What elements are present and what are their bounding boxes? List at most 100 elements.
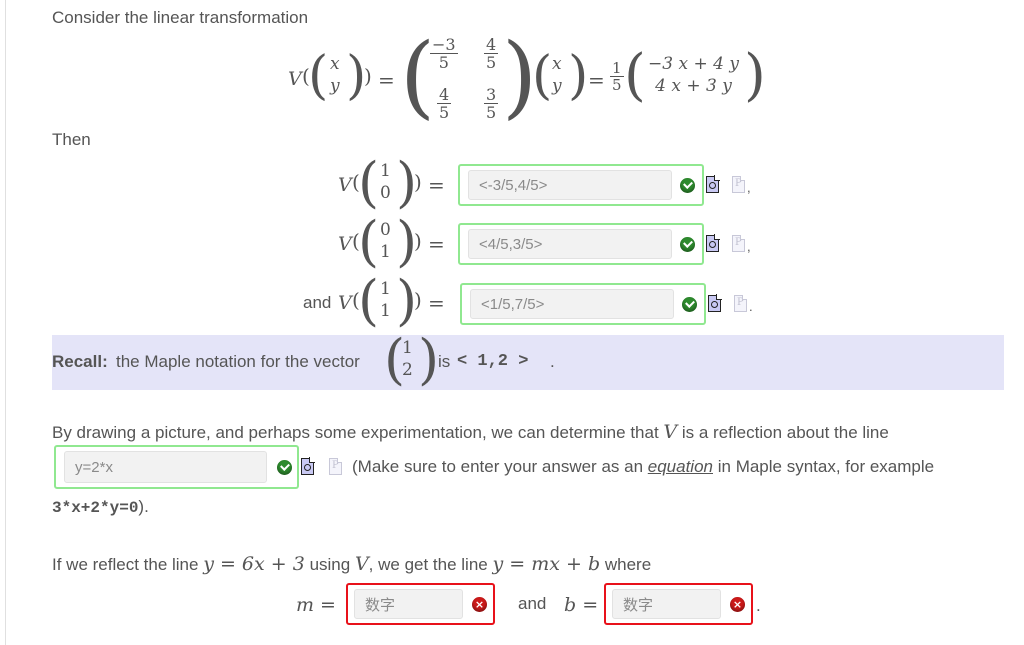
intro-text: Consider the linear transformation [52, 8, 309, 27]
matrix-entry: 3 5 [484, 85, 499, 122]
basis-vector: 0 1 [380, 219, 391, 263]
syntax-hint: (Make sure to enter your answer as an eq… [352, 457, 934, 477]
denominator: 5 [486, 53, 497, 72]
question-text: where [604, 555, 652, 574]
vector-entry: y [552, 76, 562, 96]
answer-field-v10: <-3/5,4/5> [458, 164, 704, 206]
answer-input-v10[interactable]: <-3/5,4/5> [468, 170, 672, 200]
preview-icon[interactable] [708, 294, 722, 312]
trailing-punct: , [747, 180, 751, 195]
vector-entry: x [552, 54, 562, 74]
paren: ( [624, 43, 646, 108]
result-equation: y = mx + b [492, 553, 601, 575]
answer-input-line[interactable]: y=2*x [64, 451, 267, 483]
denominator: 5 [612, 76, 622, 94]
matrix-entry: 4 5 [484, 35, 499, 72]
vector-entry: 1 [380, 301, 391, 321]
correct-check-icon [680, 178, 695, 193]
correct-check-icon [277, 460, 292, 475]
vector-entry: 2 [402, 360, 413, 380]
answer-field-v11: <1/5,7/5> [460, 283, 706, 325]
scalar-fraction: 1 5 [610, 60, 624, 93]
example-end: ). [138, 497, 149, 516]
preview-icon[interactable] [706, 234, 720, 252]
paren: ) [418, 328, 440, 391]
answer-input-v11[interactable]: <1/5,7/5> [470, 289, 674, 319]
denominator: 5 [486, 103, 497, 122]
equals-sign: = [428, 291, 445, 315]
input-vector: x y [330, 53, 340, 97]
recall-note: Recall: the Maple notation for the vecto… [52, 328, 1004, 391]
recall-vector: 1 2 [402, 337, 413, 381]
recall-end: . [550, 352, 555, 371]
numerator: −3 [430, 35, 458, 54]
paren: ) [744, 43, 766, 108]
answer-field-line: y=2*x [54, 445, 299, 489]
m-input[interactable]: 数字 [354, 589, 463, 619]
question-text: , we get the line [368, 555, 488, 574]
preview-icon[interactable] [706, 175, 720, 193]
vector-entry: x [330, 54, 340, 74]
basis-vector: 1 1 [380, 278, 391, 322]
fn-symbol: V [663, 421, 678, 443]
incorrect-x-icon: × [730, 597, 745, 612]
trailing-punct: . [749, 299, 753, 314]
reflect-line-question: If we reflect the line y = 6x + 3 using … [52, 553, 651, 575]
matrix-entry: −3 5 [430, 36, 458, 71]
paren: ( [308, 46, 329, 106]
b-input[interactable]: 数字 [612, 589, 721, 619]
equals-sign: = [588, 68, 605, 92]
numerator: 4 [437, 85, 452, 104]
paren: ( [532, 46, 553, 106]
vector-entry: −3 x + 4 y [648, 54, 739, 74]
syntax-example: 3*x+2*y=0). [52, 497, 149, 517]
answer-input-v01[interactable]: <4/5,3/5> [468, 229, 672, 259]
numerator: 4 [484, 35, 499, 54]
vector-entry: 1 [380, 242, 391, 262]
recall-is: is [438, 352, 451, 371]
reflection-text: is a reflection about the line [681, 423, 889, 442]
numerator: 1 [610, 59, 624, 77]
preview-icon[interactable] [301, 457, 315, 475]
plot-icon[interactable] [732, 176, 745, 193]
paren: ) [414, 229, 422, 253]
fn-symbol: V [338, 233, 352, 255]
correct-check-icon [680, 237, 695, 252]
matrix-entry: 4 5 [437, 85, 452, 122]
incorrect-x-icon: × [472, 597, 487, 612]
denominator: 5 [439, 103, 450, 122]
left-border [5, 0, 6, 645]
input-vector-2: x y [552, 53, 562, 97]
correct-check-icon [682, 297, 697, 312]
plot-icon[interactable] [734, 295, 747, 312]
recall-bold-label: Recall: [52, 352, 108, 371]
vector-entry: 4 x + 3 y [655, 76, 732, 96]
then-label: Then [52, 130, 91, 149]
recall-text: the Maple notation for the vector [116, 352, 360, 371]
plot-icon[interactable] [732, 235, 745, 252]
trailing-punct: . [756, 596, 761, 615]
and-label: and [518, 594, 547, 613]
fn-symbol: V [338, 174, 352, 196]
answer-field-m: 数字 × [346, 583, 495, 625]
vector-entry: 0 [380, 183, 391, 203]
paren: ( [358, 269, 380, 332]
paren: ( [358, 151, 380, 214]
and-label: and [303, 293, 332, 312]
paren: ( [358, 210, 380, 273]
fn-symbol: V [354, 553, 369, 575]
answer-field-v01: <4/5,3/5> [458, 223, 704, 265]
numerator: 3 [484, 85, 499, 104]
question-text: using [309, 555, 351, 574]
paren: ) [414, 170, 422, 194]
denominator: 5 [438, 53, 449, 72]
vector-entry: 1 [402, 338, 413, 358]
hint-text: in Maple syntax, for example [717, 457, 935, 476]
result-vector: −3 x + 4 y 4 x + 3 y [648, 53, 739, 97]
equals-sign: = [428, 232, 445, 256]
vector-entry: 1 [380, 279, 391, 299]
line-equation: y = 6x + 3 [203, 553, 305, 575]
equation-link[interactable]: equation [648, 457, 713, 476]
plot-icon[interactable] [329, 458, 342, 475]
paren: ) [364, 64, 372, 88]
